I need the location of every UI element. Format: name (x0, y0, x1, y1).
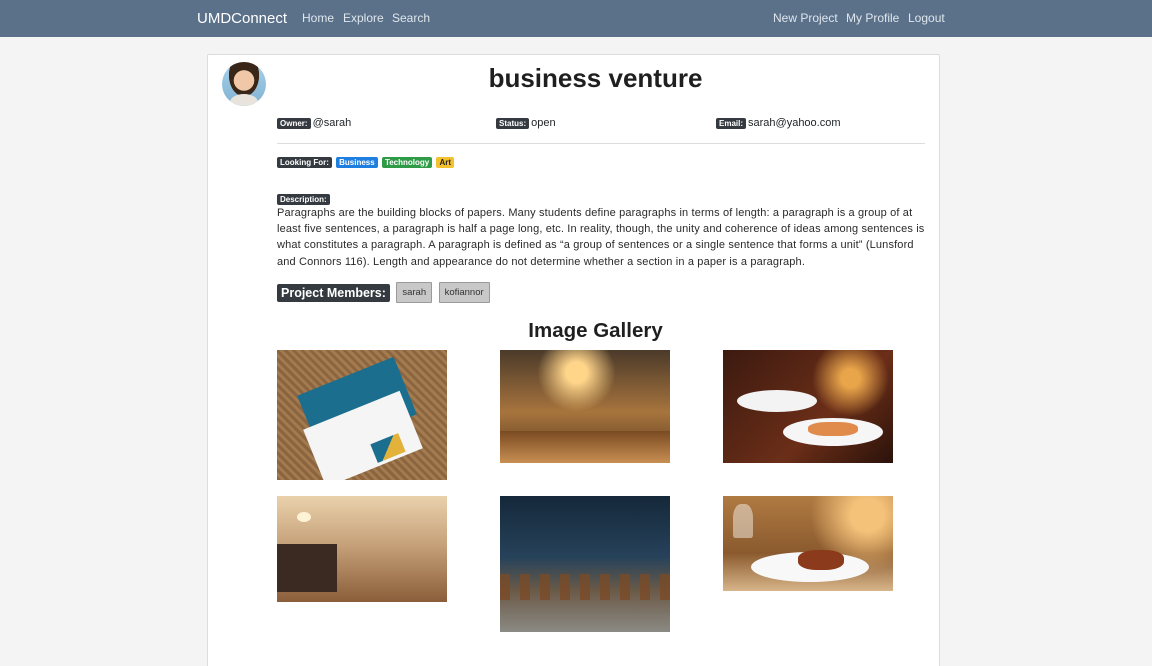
nav-search-link[interactable]: Search (392, 11, 430, 25)
restaurant-floor (500, 431, 670, 463)
plate-one (737, 390, 817, 412)
nav-explore-link[interactable]: Explore (343, 11, 384, 25)
description-text: Paragraphs are the building blocks of pa… (277, 207, 925, 268)
owner-value: @sarah (312, 117, 352, 130)
chairs-row (500, 574, 670, 600)
gallery-image-restaurant-interior[interactable] (500, 350, 670, 463)
looking-for-row: Looking For: Business Technology Art (277, 157, 455, 168)
email-value: sarah@yahoo.com (748, 117, 841, 130)
owner-field: Owner: @sarah (277, 117, 351, 129)
member-button-kofiannor[interactable]: kofiannor (438, 282, 490, 303)
looking-for-label: Looking For: (277, 157, 332, 168)
status-field: Status: open (496, 117, 556, 129)
navbar: UMDConnect Home Explore Search New Proje… (0, 0, 1152, 37)
wall-lamp (297, 512, 311, 522)
project-card: business venture Owner: @sarah Status: ope… (207, 54, 940, 666)
gallery-image-plated-dish[interactable] (723, 496, 893, 591)
brand-link[interactable]: UMDConnect (197, 10, 287, 27)
description-label: Description: (277, 194, 330, 206)
avatar-shirt (230, 94, 258, 106)
nav-new-project-link[interactable]: New Project (773, 11, 838, 25)
status-label: Status: (496, 117, 530, 129)
nav-home-link[interactable]: Home (302, 11, 334, 25)
email-label: Email: (716, 117, 747, 129)
wine-glass (733, 504, 753, 538)
nav-logout-link[interactable]: Logout (908, 11, 945, 25)
email-field: Email: sarah@yahoo.com (716, 117, 841, 129)
nav-my-profile-link[interactable]: My Profile (846, 11, 899, 25)
plated-food (808, 422, 858, 436)
gallery-image-waiter-plates[interactable] (723, 350, 893, 463)
tag-technology: Technology (381, 157, 433, 168)
steak (798, 550, 844, 570)
member-button-sarah[interactable]: sarah (396, 282, 433, 303)
gallery-image-business-cards[interactable] (277, 350, 447, 480)
divider (277, 143, 925, 144)
status-value: open (531, 117, 556, 130)
gallery-image-dining-room[interactable] (277, 496, 447, 602)
project-title: business venture (488, 63, 703, 93)
gallery-image-dark-restaurant[interactable] (500, 496, 670, 632)
tag-art: Art (436, 157, 455, 168)
tag-business: Business (336, 157, 378, 168)
project-members-label: Project Members: (277, 283, 390, 302)
owner-label: Owner: (277, 117, 311, 129)
gallery-title: Image Gallery (528, 319, 663, 342)
project-members-row: Project Members: sarah kofiannor (277, 282, 490, 303)
booth-bench (277, 544, 337, 592)
